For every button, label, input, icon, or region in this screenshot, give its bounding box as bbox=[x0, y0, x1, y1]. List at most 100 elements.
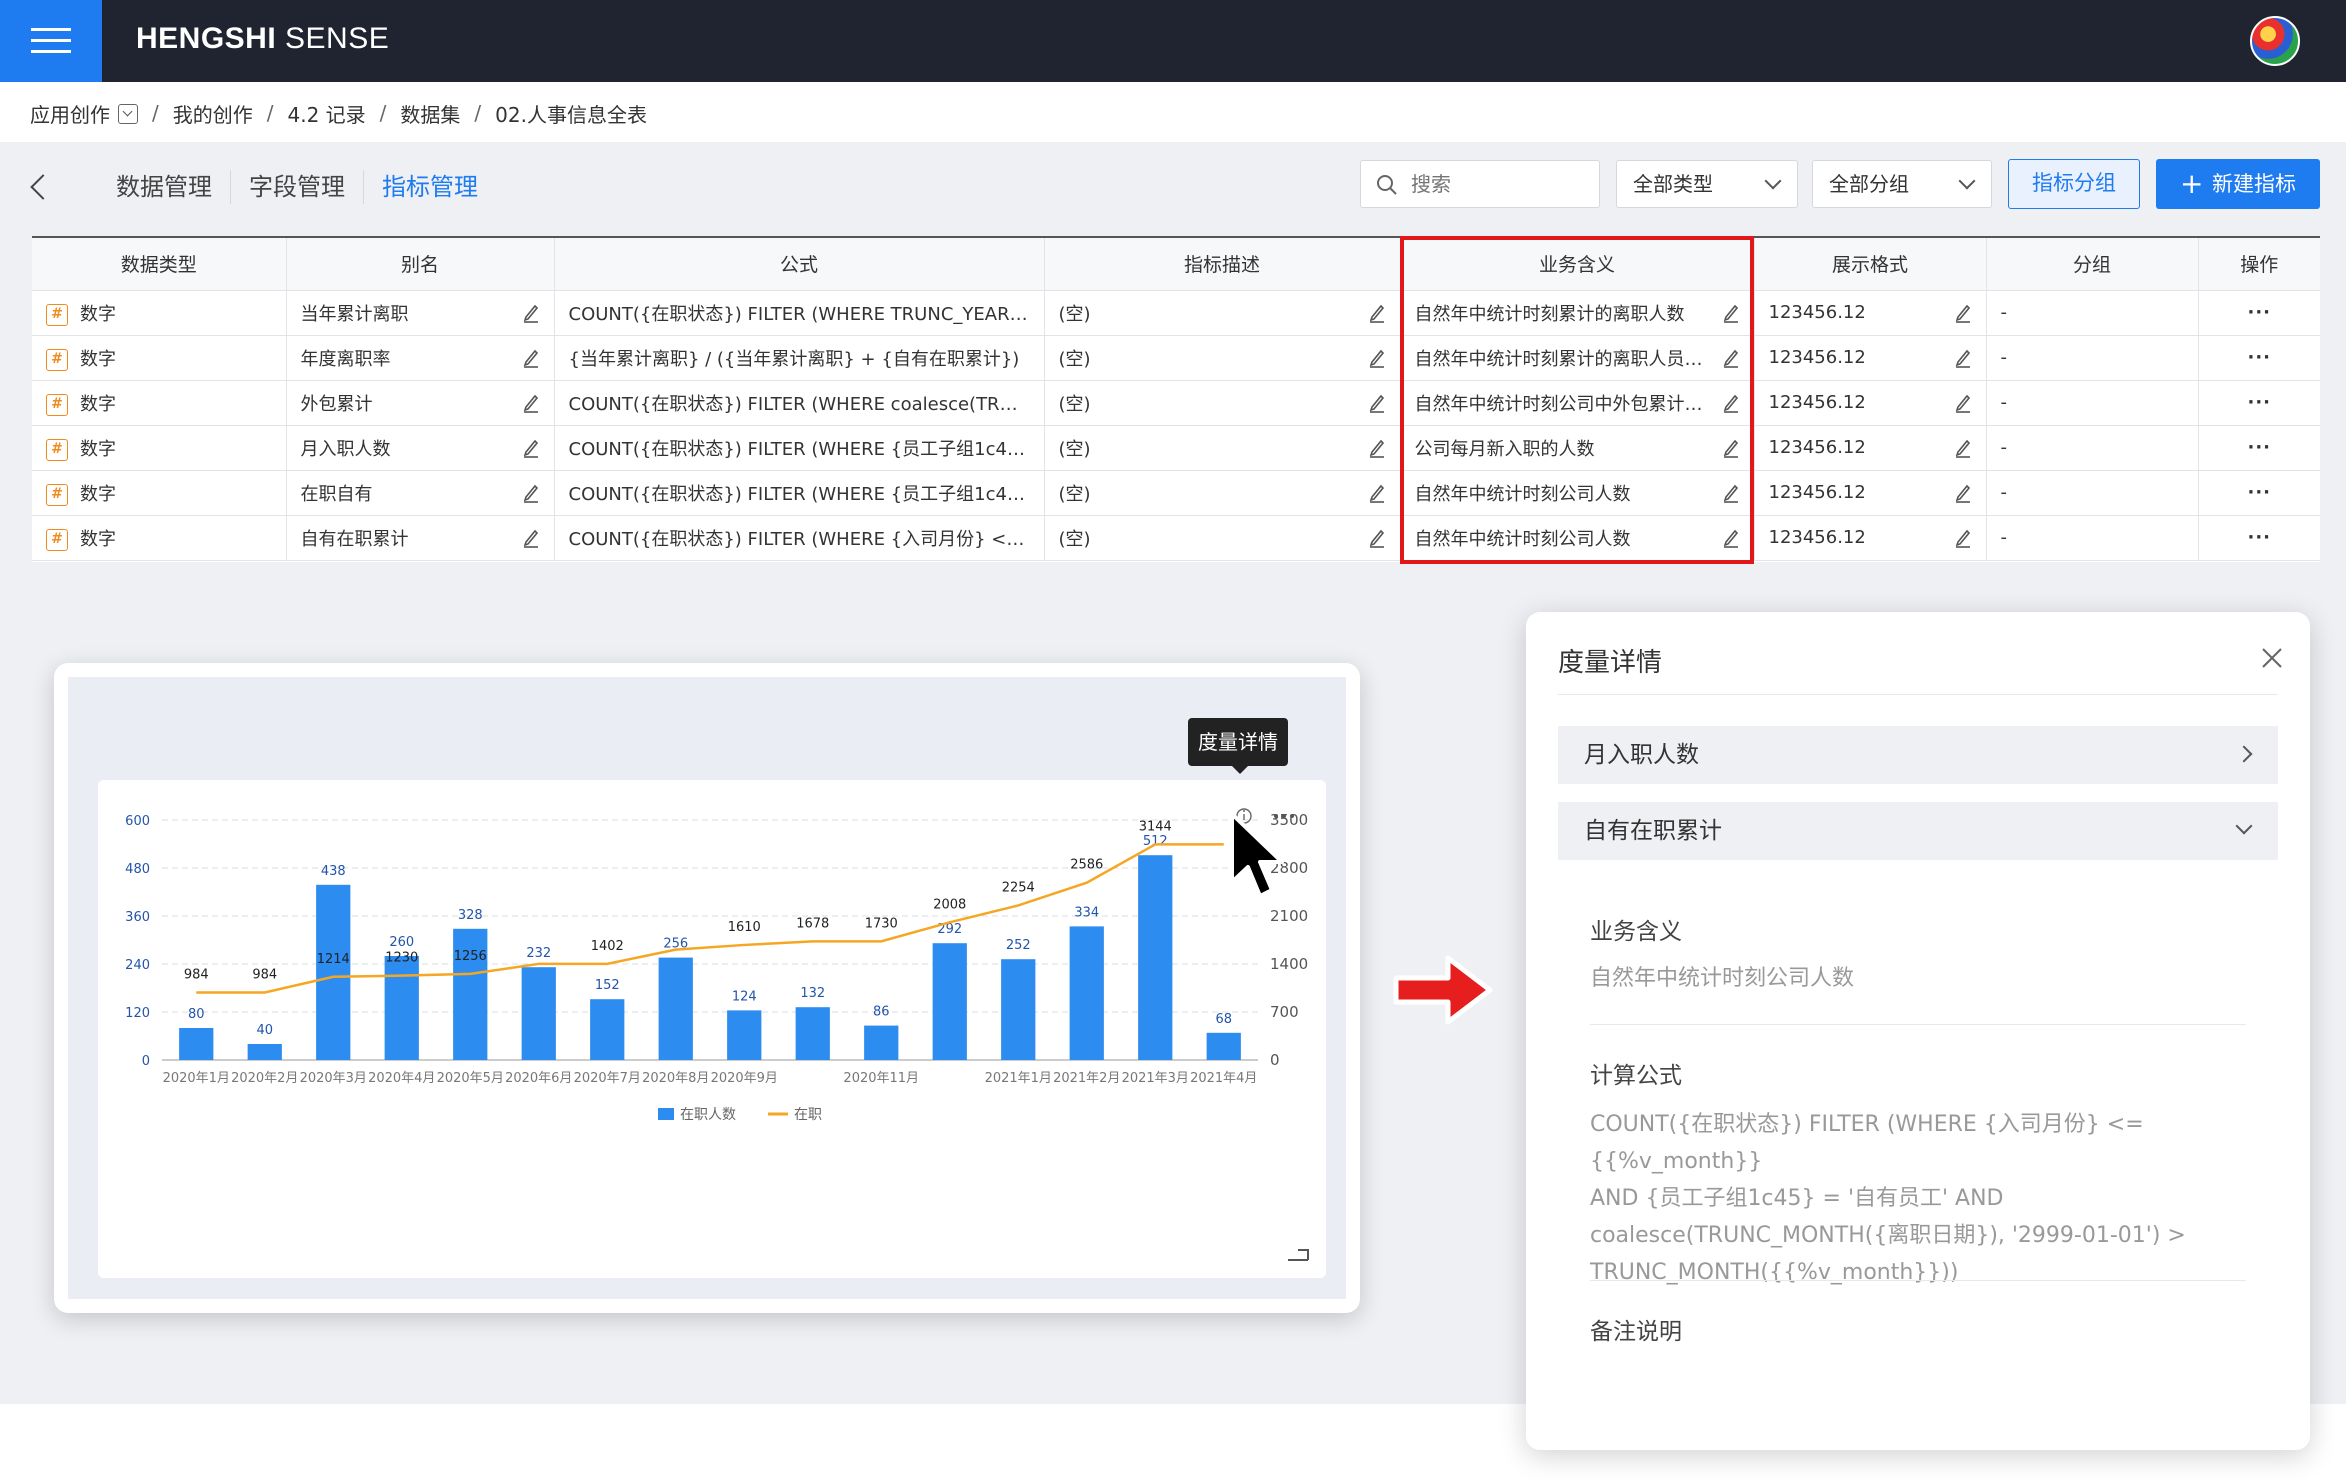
tab-data-management[interactable]: 数据管理 bbox=[98, 170, 230, 204]
row-more-button[interactable]: ··· bbox=[2198, 380, 2320, 426]
breadcrumb-item-my-creation[interactable]: 我的创作 bbox=[173, 99, 253, 128]
line-data-label: 1256 bbox=[454, 949, 487, 964]
breadcrumb-item-app-create[interactable]: 应用创作 bbox=[30, 99, 110, 128]
edit-icon[interactable] bbox=[1368, 528, 1386, 548]
edit-icon[interactable] bbox=[1954, 483, 1972, 503]
group-text: - bbox=[2000, 392, 2008, 413]
formula-text: COUNT({在职状态}) FILTER (WHERE {入司月份} <= {{… bbox=[568, 528, 1030, 550]
group-text: - bbox=[2000, 347, 2008, 368]
edit-icon[interactable] bbox=[522, 483, 540, 503]
user-avatar[interactable] bbox=[2250, 16, 2300, 66]
x-tick-label: 2020年2月 bbox=[231, 1071, 298, 1086]
chevron-down-icon[interactable] bbox=[118, 104, 138, 124]
new-metric-button[interactable]: + 新建指标 bbox=[2156, 159, 2320, 209]
edit-icon[interactable] bbox=[522, 348, 540, 368]
table-row[interactable]: # 数字 在职自有 COUNT({在职状态}) FILTER (WHERE {员工子组… bbox=[32, 470, 2320, 516]
measure-detail-tooltip: 度量详情 bbox=[1188, 718, 1288, 774]
cell-group: - bbox=[1986, 425, 2199, 471]
header-group[interactable]: 分组 bbox=[1986, 238, 2199, 291]
search-input[interactable] bbox=[1411, 169, 1591, 199]
display-format-text: 123456.12 bbox=[1768, 302, 1866, 324]
edit-icon[interactable] bbox=[1722, 483, 1740, 503]
edit-icon[interactable] bbox=[1722, 393, 1740, 413]
mouse-cursor-icon bbox=[1230, 812, 1284, 898]
cell-formula: COUNT({在职状态}) FILTER (WHERE {员工子组1c45} =… bbox=[554, 425, 1045, 471]
header-description[interactable]: 指标描述 bbox=[1044, 238, 1401, 291]
edit-icon[interactable] bbox=[522, 303, 540, 323]
hamburger-menu-button[interactable] bbox=[0, 0, 102, 82]
cell-data-type: # 数字 bbox=[32, 380, 287, 426]
business-meaning-text: 自然年中统计时刻公司人数 bbox=[1414, 483, 1631, 505]
line-data-label: 2254 bbox=[1002, 880, 1035, 895]
edit-icon[interactable] bbox=[1368, 303, 1386, 323]
row-more-button[interactable]: ··· bbox=[2198, 335, 2320, 381]
header-formula[interactable]: 公式 bbox=[554, 238, 1045, 291]
edit-icon[interactable] bbox=[522, 438, 540, 458]
breadcrumb-item-dataset[interactable]: 数据集 bbox=[400, 99, 460, 128]
edit-icon[interactable] bbox=[522, 393, 540, 413]
edit-icon[interactable] bbox=[1954, 303, 1972, 323]
tab-field-management[interactable]: 字段管理 bbox=[230, 170, 363, 204]
back-arrow-icon[interactable] bbox=[30, 174, 56, 200]
edit-icon[interactable] bbox=[1954, 528, 1972, 548]
description-text: (空) bbox=[1058, 348, 1091, 370]
group-filter-select[interactable]: 全部分组 bbox=[1812, 160, 1992, 208]
header-data-type[interactable]: 数据类型 bbox=[32, 238, 287, 291]
edit-icon[interactable] bbox=[1368, 438, 1386, 458]
accordion-item-own-staff-total[interactable]: 自有在职累计 bbox=[1558, 802, 2278, 860]
line-data-label: 1230 bbox=[385, 951, 418, 966]
y-left-tick-label: 120 bbox=[125, 1006, 150, 1021]
data-type-text: 数字 bbox=[80, 348, 116, 370]
breadcrumb-item-record[interactable]: 4.2 记录 bbox=[288, 99, 366, 128]
edit-icon[interactable] bbox=[1722, 303, 1740, 323]
header-business-meaning[interactable]: 业务含义 bbox=[1400, 238, 1755, 291]
edit-icon[interactable] bbox=[1954, 438, 1972, 458]
cell-description: (空) bbox=[1044, 470, 1401, 516]
table-row[interactable]: # 数字 年度离职率 {当年累计离职} / ({当年累计离职} + {自有在职累计})… bbox=[32, 335, 2320, 381]
edit-icon[interactable] bbox=[522, 528, 540, 548]
edit-icon[interactable] bbox=[1954, 393, 1972, 413]
edit-icon[interactable] bbox=[1368, 393, 1386, 413]
breadcrumb-separator: / bbox=[379, 101, 387, 125]
formula-text: COUNT({在职状态}) FILTER (WHERE {员工子组1c45} =… bbox=[568, 483, 1030, 505]
brand-logo: HENGSHI SENSE bbox=[136, 22, 390, 55]
breadcrumb-item-current: 02.人事信息全表 bbox=[495, 102, 647, 127]
edit-icon[interactable] bbox=[1722, 438, 1740, 458]
row-more-button[interactable]: ··· bbox=[2198, 290, 2320, 336]
search-box[interactable] bbox=[1360, 160, 1600, 208]
row-more-button[interactable]: ··· bbox=[2198, 470, 2320, 516]
alias-text: 月入职人数 bbox=[300, 438, 391, 460]
data-type-text: 数字 bbox=[80, 303, 116, 325]
table-row[interactable]: # 数字 外包累计 COUNT({在职状态}) FILTER (WHERE coale… bbox=[32, 380, 2320, 426]
cell-business-meaning: 自然年中统计时刻累计的离职人员比例 bbox=[1400, 335, 1755, 381]
edit-icon[interactable] bbox=[1722, 528, 1740, 548]
header-alias[interactable]: 别名 bbox=[286, 238, 555, 291]
cell-alias: 年度离职率 bbox=[286, 335, 555, 381]
edit-icon[interactable] bbox=[1368, 348, 1386, 368]
table-row[interactable]: # 数字 月入职人数 COUNT({在职状态}) FILTER (WHERE {员工子… bbox=[32, 425, 2320, 471]
group-text: - bbox=[2000, 482, 2008, 503]
metric-group-button[interactable]: 指标分组 bbox=[2008, 159, 2140, 209]
row-more-button[interactable]: ··· bbox=[2198, 425, 2320, 471]
divider bbox=[1590, 1280, 2246, 1281]
edit-icon[interactable] bbox=[1954, 348, 1972, 368]
edit-icon[interactable] bbox=[1722, 348, 1740, 368]
cell-group: - bbox=[1986, 470, 2199, 516]
edit-icon[interactable] bbox=[1368, 483, 1386, 503]
table-row[interactable]: # 数字 当年累计离职 COUNT({在职状态}) FILTER (WHERE TRU… bbox=[32, 290, 2320, 336]
row-more-button[interactable]: ··· bbox=[2198, 515, 2320, 561]
bar bbox=[727, 1010, 762, 1060]
tab-metric-management[interactable]: 指标管理 bbox=[363, 170, 496, 204]
close-icon[interactable] bbox=[2260, 646, 2284, 670]
breadcrumb-separator: / bbox=[152, 101, 159, 125]
y-left-tick-label: 240 bbox=[125, 958, 150, 973]
bar bbox=[1069, 926, 1104, 1060]
description-text: (空) bbox=[1058, 303, 1091, 325]
x-tick-label: 2021年3月 bbox=[1122, 1071, 1189, 1086]
accordion-item-monthly-hires[interactable]: 月入职人数 bbox=[1558, 726, 2278, 784]
header-display-format[interactable]: 展示格式 bbox=[1754, 238, 1987, 291]
type-filter-select[interactable]: 全部类型 bbox=[1616, 160, 1798, 208]
y-left-tick-label: 480 bbox=[125, 862, 150, 877]
bar bbox=[247, 1044, 282, 1060]
table-row[interactable]: # 数字 自有在职累计 COUNT({在职状态}) FILTER (WHERE {入司… bbox=[32, 515, 2320, 561]
